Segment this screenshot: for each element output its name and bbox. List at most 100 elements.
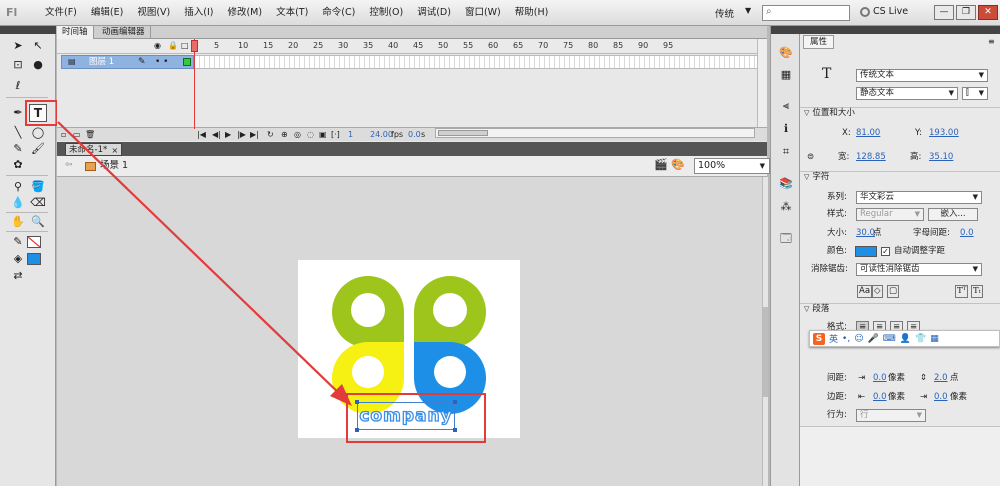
text-type-select[interactable]: 静态文本 ▼ [856,87,958,100]
embed-button[interactable]: 嵌入... [928,208,978,221]
next-frame-icon[interactable]: |▶ [237,129,246,140]
panel-grip[interactable] [800,26,1000,34]
center-frame-icon[interactable]: ⊕ [281,129,288,140]
right-margin-value[interactable]: 0.0 [934,392,948,403]
transform-handle[interactable] [355,428,359,432]
oval-tool-icon[interactable]: ◯ [29,125,47,141]
ime-mode[interactable]: 英 [829,332,838,345]
menu-modify[interactable]: 修改(M) [220,6,269,20]
zoom-select[interactable]: 100% ▼ [694,158,770,174]
skin-icon[interactable]: 👕 [915,334,926,344]
keyboard-icon[interactable]: ⌨ [883,334,896,344]
restore-button[interactable]: ❐ [956,5,976,20]
components-panel-icon[interactable]: 🗔 [778,231,794,247]
color-panel-icon[interactable]: 🎨 [778,45,794,61]
auto-kern-checkbox[interactable]: ✓ [881,247,890,256]
stage-text-field[interactable]: company [357,402,455,430]
font-family-select[interactable]: 华文彩云 ▼ [856,191,982,204]
brush-tool-icon[interactable]: 🖌 [29,141,47,157]
timeline-horizontal-scrollbar[interactable] [435,128,755,138]
minimize-button[interactable]: — [934,5,954,20]
bone-tool-icon[interactable]: ⚲ [9,179,27,195]
edit-scene-icon[interactable]: 🎬 🎨 [654,158,685,171]
panel-menu-icon[interactable]: ≡ [988,37,995,46]
antialias-select[interactable]: 可读性消除锯齿 ▼ [856,263,982,276]
library-panel-icon[interactable]: 📚 [778,176,794,192]
menu-insert[interactable]: 插入(I) [177,6,220,20]
menu-help[interactable]: 帮助(H) [508,6,556,20]
align-panel-icon[interactable]: ⫷ [778,98,794,114]
menu-edit[interactable]: 编辑(E) [84,6,130,20]
elapsed-time[interactable]: 0.0 [408,129,421,140]
layer-outline-color[interactable] [183,58,191,66]
layer-row[interactable]: ▤ 图层 1 ✎ • • [61,55,194,69]
search-input[interactable]: ⌕ [762,5,850,21]
transform-handle[interactable] [355,400,359,404]
frame-rate[interactable]: 24.00 [370,129,393,140]
render-html-icon[interactable]: ◇ [872,285,883,298]
menu-text[interactable]: 文本(T) [269,6,315,20]
close-button[interactable]: ✕ [978,5,998,20]
left-margin-value[interactable]: 0.0 [873,392,887,403]
onion-skin-icon[interactable]: ◎ [294,129,301,140]
free-transform-tool-icon[interactable]: ⊡ [9,57,27,73]
tab-motion-editor[interactable]: 动画编辑器 [97,26,151,39]
transform-handle[interactable] [453,428,457,432]
menu-view[interactable]: 视图(V) [130,6,177,20]
tab-timeline[interactable]: 时间轴 [57,26,94,39]
punctuation-icon[interactable]: •, [842,334,850,344]
scene-breadcrumb[interactable]: 场景 1 [85,159,128,173]
prev-frame-icon[interactable]: ◀| [212,129,221,140]
transform-panel-icon[interactable]: ⌗ [778,144,794,160]
lock-icon[interactable]: 🔒 [168,41,178,50]
back-arrow-icon[interactable]: ⇦ [65,160,73,170]
eyedropper-tool-icon[interactable]: 💧 [9,195,27,211]
indent-value[interactable]: 0.0 [873,373,887,384]
panel-grip[interactable] [771,26,801,34]
new-layer-icon[interactable]: ▫ [61,129,66,140]
swatches-panel-icon[interactable]: ▦ [778,67,794,83]
line-spacing-value[interactable]: 2.0 [934,373,948,384]
lasso-tool-icon[interactable]: ℓ [9,78,27,94]
panel-grip[interactable] [0,26,56,34]
line-tool-icon[interactable]: ╲ [9,125,27,141]
letter-spacing-value[interactable]: 0.0 [960,228,974,239]
y-value[interactable]: 193.00 [929,128,959,139]
voice-icon[interactable]: 🎤 [868,334,879,344]
height-value[interactable]: 35.10 [929,152,953,163]
deco-tool-icon[interactable]: ✿ [9,157,27,173]
info-panel-icon[interactable]: ℹ [778,121,794,137]
text-orientation-select[interactable]: ⫿ ▼ [962,87,988,100]
play-icon[interactable]: ▶ [225,129,231,140]
loop-icon[interactable]: ↻ [267,129,274,140]
workspace-switcher[interactable]: 传统 [715,6,734,20]
onion-outline-icon[interactable]: ◌ [307,129,314,140]
menu-file[interactable]: 文件(F) [38,6,84,20]
border-icon[interactable]: ▢ [887,285,900,298]
last-frame-icon[interactable]: ▶| [250,129,259,140]
sogou-logo[interactable]: S [813,332,825,345]
chevron-down-icon[interactable]: ▼ [745,6,751,15]
fill-color-swatch[interactable] [27,253,41,265]
section-paragraph[interactable]: ▽ 段落 [800,303,1000,315]
stroke-color-swatch[interactable] [27,236,41,248]
section-character[interactable]: ▽ 字符 [800,171,1000,183]
trash-icon[interactable]: 🗑 [85,129,95,140]
stage-scrollbar[interactable] [762,177,768,486]
scroll-thumb[interactable] [763,307,768,397]
timeline-scrollbar[interactable] [757,39,767,127]
text-engine-select[interactable]: 传统文本 ▼ [856,69,988,82]
zoom-tool-icon[interactable]: 🔍 [29,214,47,230]
emoji-icon[interactable]: ☺ [854,334,863,344]
scroll-thumb[interactable] [438,130,488,136]
visibility-dots[interactable]: • • [155,56,168,68]
outline-icon[interactable]: □ [181,41,189,50]
tab-properties[interactable]: 属性 [803,35,835,49]
motion-presets-icon[interactable]: ⁂ [778,199,794,215]
first-frame-icon[interactable]: |◀ [197,129,206,140]
onion-markers-icon[interactable]: [·] [331,129,340,140]
document-tab[interactable]: 未命名-1* × [65,143,123,156]
menu-window[interactable]: 窗口(W) [458,6,508,20]
paint-bucket-tool-icon[interactable]: 🪣 [29,179,47,195]
subscript-icon[interactable]: Tₜ [971,285,983,298]
